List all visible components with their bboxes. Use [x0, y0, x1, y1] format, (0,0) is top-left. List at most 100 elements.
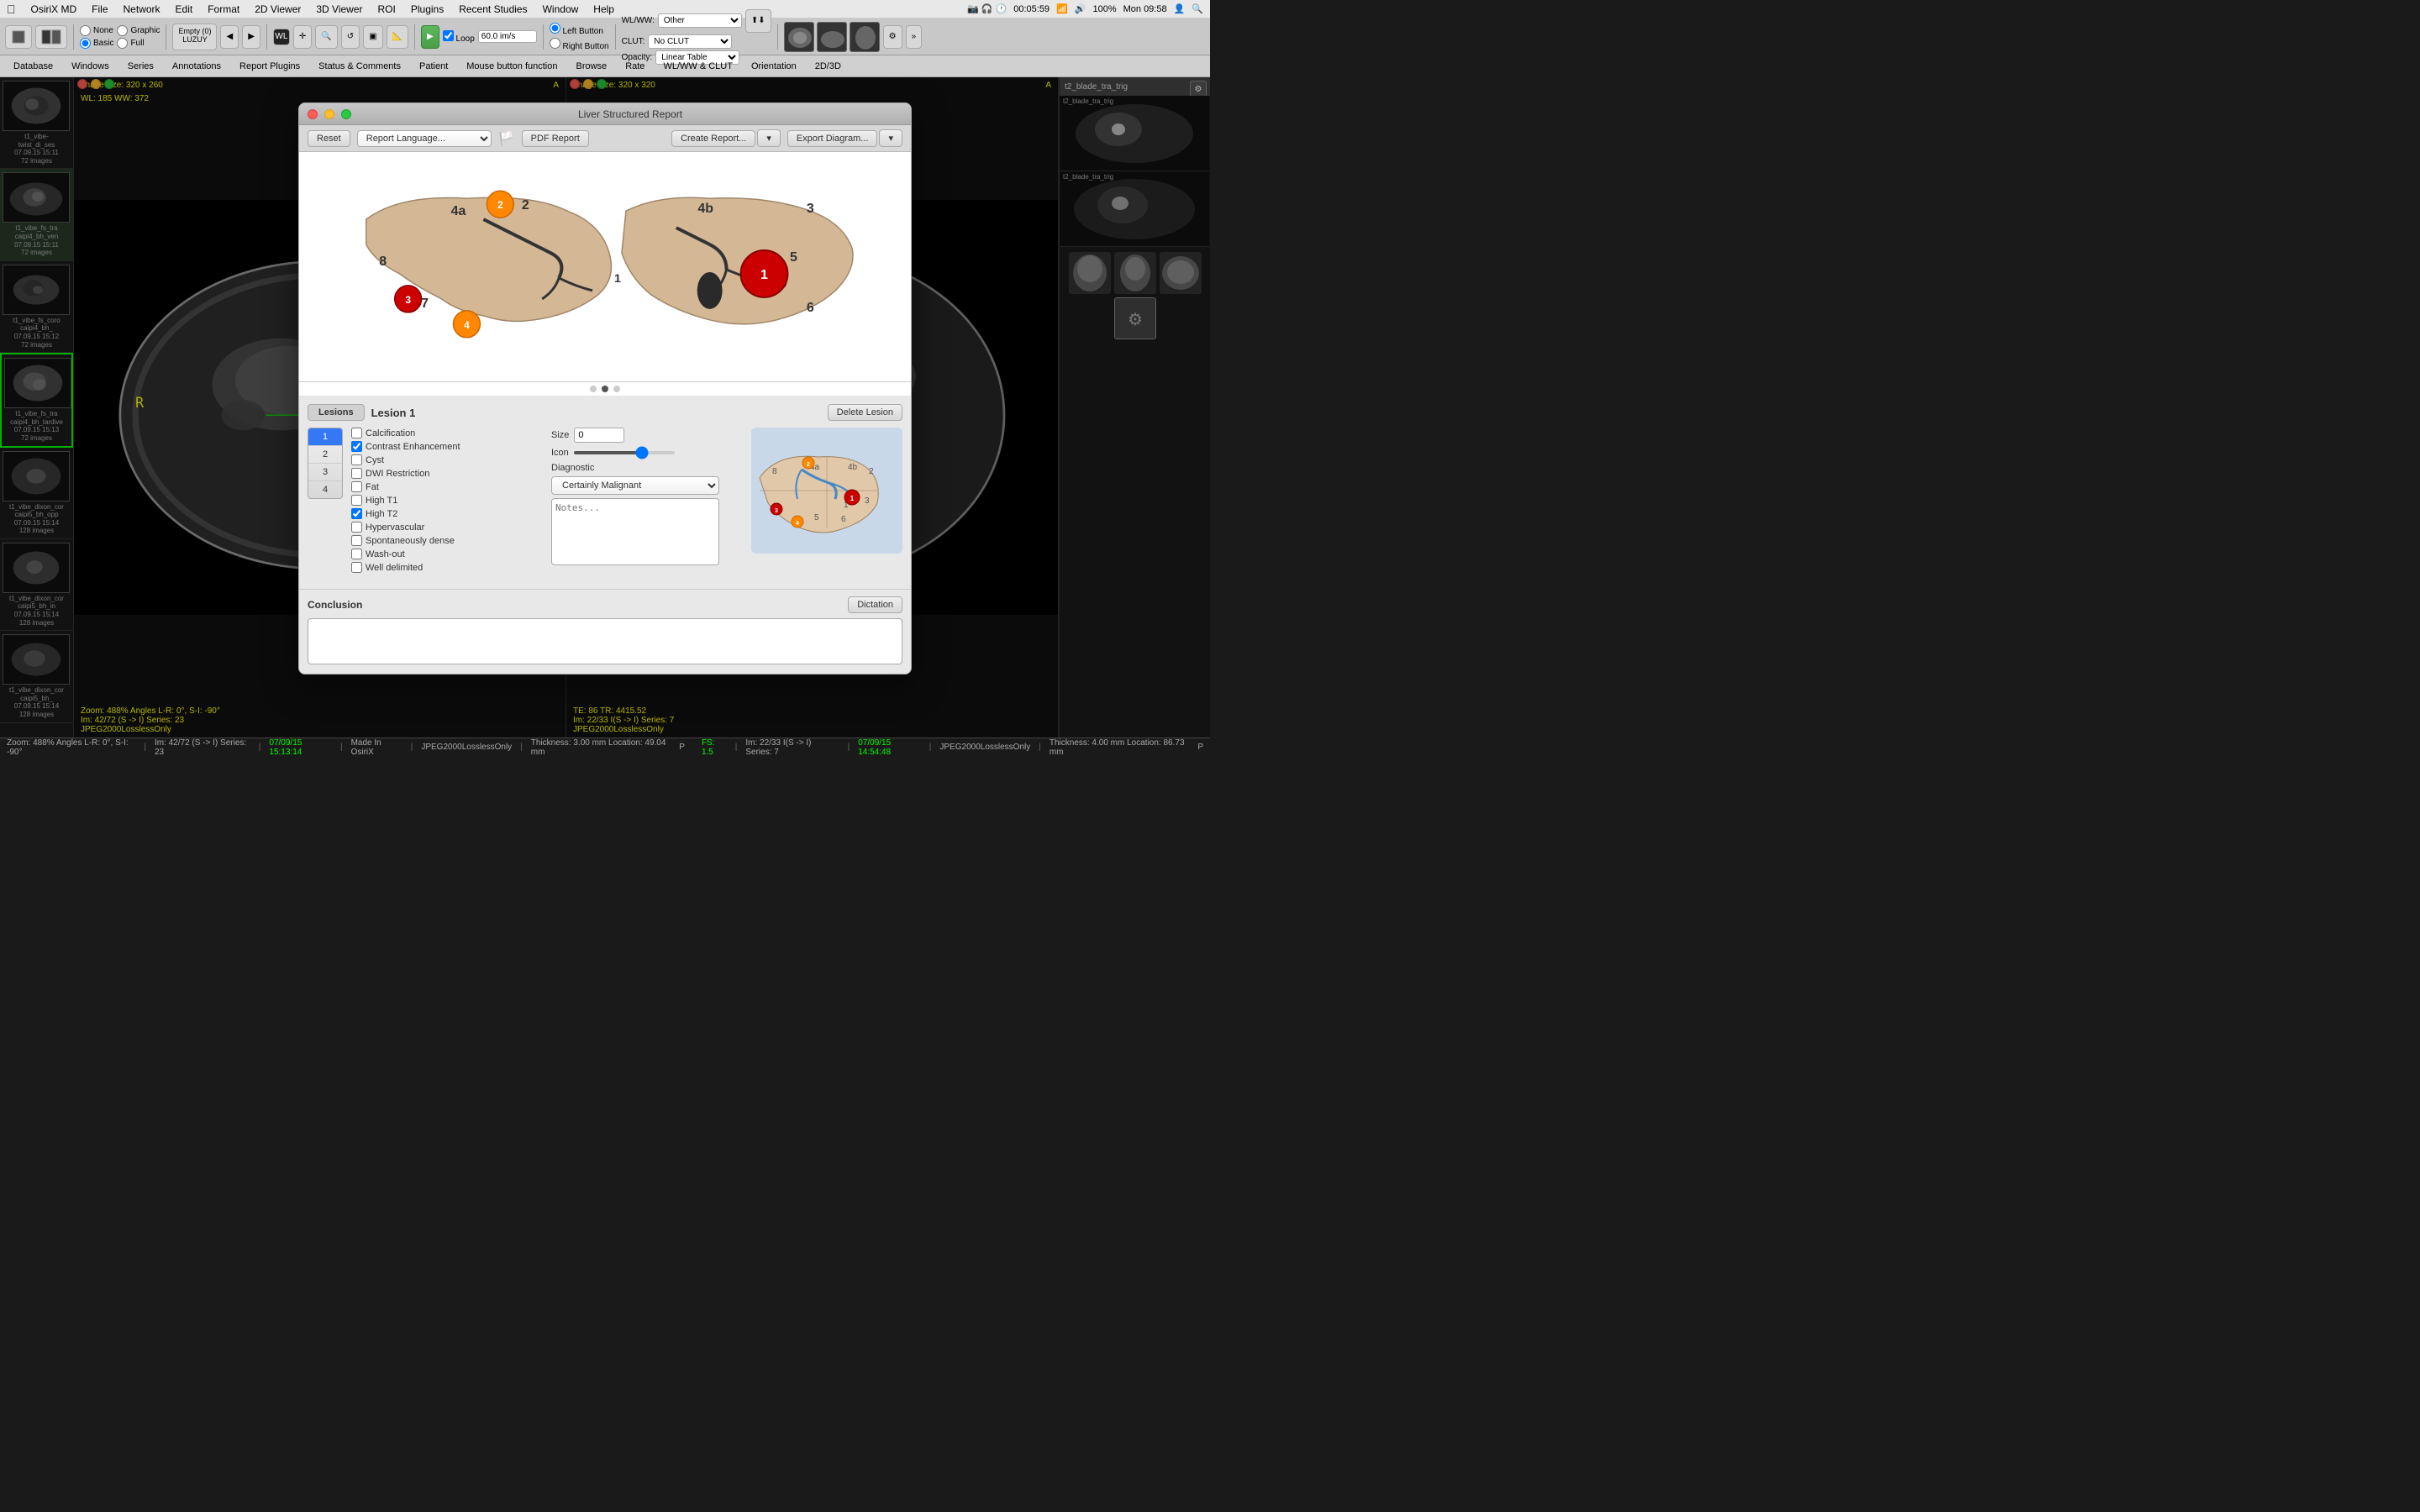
toolbar2-orientation[interactable]: Orientation [743, 60, 805, 73]
lesion-num-4[interactable]: 4 [308, 481, 342, 498]
left-button-label[interactable]: Left Button [550, 23, 609, 36]
fat-checkbox-item[interactable]: Fat [351, 481, 534, 492]
page-dot-3[interactable] [613, 386, 620, 392]
calcification-checkbox[interactable] [351, 428, 362, 438]
loop-checkbox-label[interactable]: Loop [443, 30, 475, 44]
size-input[interactable] [574, 428, 624, 443]
menu-3dviewer[interactable]: 3D Viewer [309, 2, 369, 17]
series-selector[interactable]: Empty (0) LUZUY [172, 24, 217, 50]
menu-2dviewer[interactable]: 2D Viewer [248, 2, 308, 17]
lesion-num-1[interactable]: 1 [308, 428, 342, 446]
right-button-label[interactable]: Right Button [550, 38, 609, 51]
invert-btn[interactable]: ▣ [363, 25, 382, 49]
menu-osirixml[interactable]: OsiriX MD [24, 2, 84, 17]
high-t2-checkbox[interactable] [351, 508, 362, 519]
orientation-thumb-3[interactable] [850, 22, 880, 52]
hypervascular-checkbox[interactable] [351, 522, 362, 533]
wash-out-checkbox-item[interactable]: Wash-out [351, 549, 534, 559]
toolbar2-status-comments[interactable]: Status & Comments [310, 60, 409, 73]
toolbar2-series[interactable]: Series [119, 60, 162, 73]
display-graphic-option[interactable]: Graphic [117, 25, 160, 36]
wash-out-checkbox[interactable] [351, 549, 362, 559]
conclusion-textarea[interactable] [308, 618, 902, 664]
apple-icon[interactable]:  [7, 3, 16, 16]
toolbar2-patient[interactable]: Patient [411, 60, 456, 73]
page-dot-2[interactable] [602, 386, 608, 392]
fat-checkbox[interactable] [351, 481, 362, 492]
create-report-dropdown[interactable]: ▾ [757, 129, 781, 147]
lesions-header-tab[interactable]: Lesions [308, 404, 365, 421]
create-report-btn[interactable]: Create Report... [671, 130, 755, 147]
pdf-report-btn[interactable]: PDF Report [522, 130, 589, 147]
high-t1-checkbox-item[interactable]: High T1 [351, 495, 534, 506]
right-button-radio[interactable] [550, 38, 560, 49]
cyst-checkbox[interactable] [351, 454, 362, 465]
diagnostic-select[interactable]: Certainly Malignant Probably Malignant I… [551, 476, 719, 495]
search-menu-icon[interactable]: 🔍 [1192, 3, 1203, 14]
toolbar2-browse[interactable]: Browse [568, 60, 616, 73]
display-basic-option[interactable]: Basic [80, 38, 113, 49]
menu-plugins[interactable]: Plugins [404, 2, 450, 17]
high-t2-checkbox-item[interactable]: High T2 [351, 508, 534, 519]
export-diagram-dropdown[interactable]: ▾ [879, 129, 902, 147]
measure-btn[interactable]: 📐 [387, 25, 408, 49]
play-btn[interactable]: ▶ [421, 25, 439, 49]
spontaneous-dense-checkbox-item[interactable]: Spontaneously dense [351, 535, 534, 546]
menu-file[interactable]: File [85, 2, 114, 17]
display-full-radio[interactable] [117, 38, 128, 49]
dwi-restriction-checkbox[interactable] [351, 468, 362, 479]
menu-help[interactable]: Help [587, 2, 621, 17]
toolbar2-database[interactable]: Database [5, 60, 61, 73]
calcification-checkbox-item[interactable]: Calcification [351, 428, 534, 438]
modal-maximize-btn[interactable] [341, 109, 351, 119]
reset-btn[interactable]: ↺ [341, 25, 360, 49]
reset-report-btn[interactable]: Reset [308, 130, 350, 147]
high-t1-checkbox[interactable] [351, 495, 362, 506]
toolbar2-report-plugins[interactable]: Report Plugins [231, 60, 308, 73]
wlww-arrows-btn[interactable]: ⬆⬇ [745, 9, 771, 33]
display-basic-radio[interactable] [80, 38, 91, 49]
wl-button[interactable]: WL [273, 29, 290, 45]
menu-edit[interactable]: Edit [169, 2, 200, 17]
wlww-select[interactable]: Other [658, 13, 742, 28]
toolbar2-2d3d[interactable]: 2D/3D [807, 60, 850, 73]
loop-checkbox[interactable] [443, 30, 454, 41]
contrast-enhancement-checkbox[interactable] [351, 441, 362, 452]
next-series-btn[interactable]: ▶ [242, 25, 260, 49]
diagnostic-textarea[interactable] [551, 498, 719, 565]
menu-roi[interactable]: ROI [371, 2, 402, 17]
menu-window[interactable]: Window [536, 2, 586, 17]
prev-series-btn[interactable]: ◀ [220, 25, 239, 49]
expand-btn[interactable]: » [906, 25, 923, 49]
toolbar2-wlww-clut[interactable]: WL/WW & CLUT [655, 60, 741, 73]
cyst-checkbox-item[interactable]: Cyst [351, 454, 534, 465]
clut-select[interactable]: No CLUT [648, 34, 732, 49]
spontaneous-dense-checkbox[interactable] [351, 535, 362, 546]
menu-network[interactable]: Network [117, 2, 167, 17]
well-delimited-checkbox-item[interactable]: Well delimited [351, 562, 534, 573]
display-full-option[interactable]: Full [117, 38, 160, 49]
layout-single-btn[interactable] [5, 25, 32, 49]
settings-btn[interactable]: ⚙ [883, 25, 902, 49]
display-none-radio[interactable] [80, 25, 91, 36]
page-dot-1[interactable] [590, 386, 597, 392]
orientation-thumb-1[interactable] [784, 22, 814, 52]
well-delimited-checkbox[interactable] [351, 562, 362, 573]
modal-minimize-btn[interactable] [324, 109, 334, 119]
menu-recent-studies[interactable]: Recent Studies [452, 2, 534, 17]
lesion-num-2[interactable]: 2 [308, 446, 342, 464]
modal-close-btn[interactable] [308, 109, 318, 119]
orientation-thumb-2[interactable] [817, 22, 847, 52]
toolbar2-rate[interactable]: Rate [617, 60, 653, 73]
zoom-btn[interactable]: 🔍 [315, 25, 337, 49]
left-button-radio[interactable] [550, 23, 560, 34]
delete-lesion-btn[interactable]: Delete Lesion [828, 404, 902, 421]
toolbar2-windows[interactable]: Windows [63, 60, 118, 73]
toolbar2-mouse-fn[interactable]: Mouse button function [458, 60, 566, 73]
report-language-select[interactable]: Report Language... [357, 130, 492, 147]
icon-slider[interactable] [574, 451, 675, 454]
menu-format[interactable]: Format [201, 2, 246, 17]
display-none-option[interactable]: None [80, 25, 113, 36]
dwi-restriction-checkbox-item[interactable]: DWI Restriction [351, 468, 534, 479]
rate-input[interactable] [478, 30, 537, 43]
